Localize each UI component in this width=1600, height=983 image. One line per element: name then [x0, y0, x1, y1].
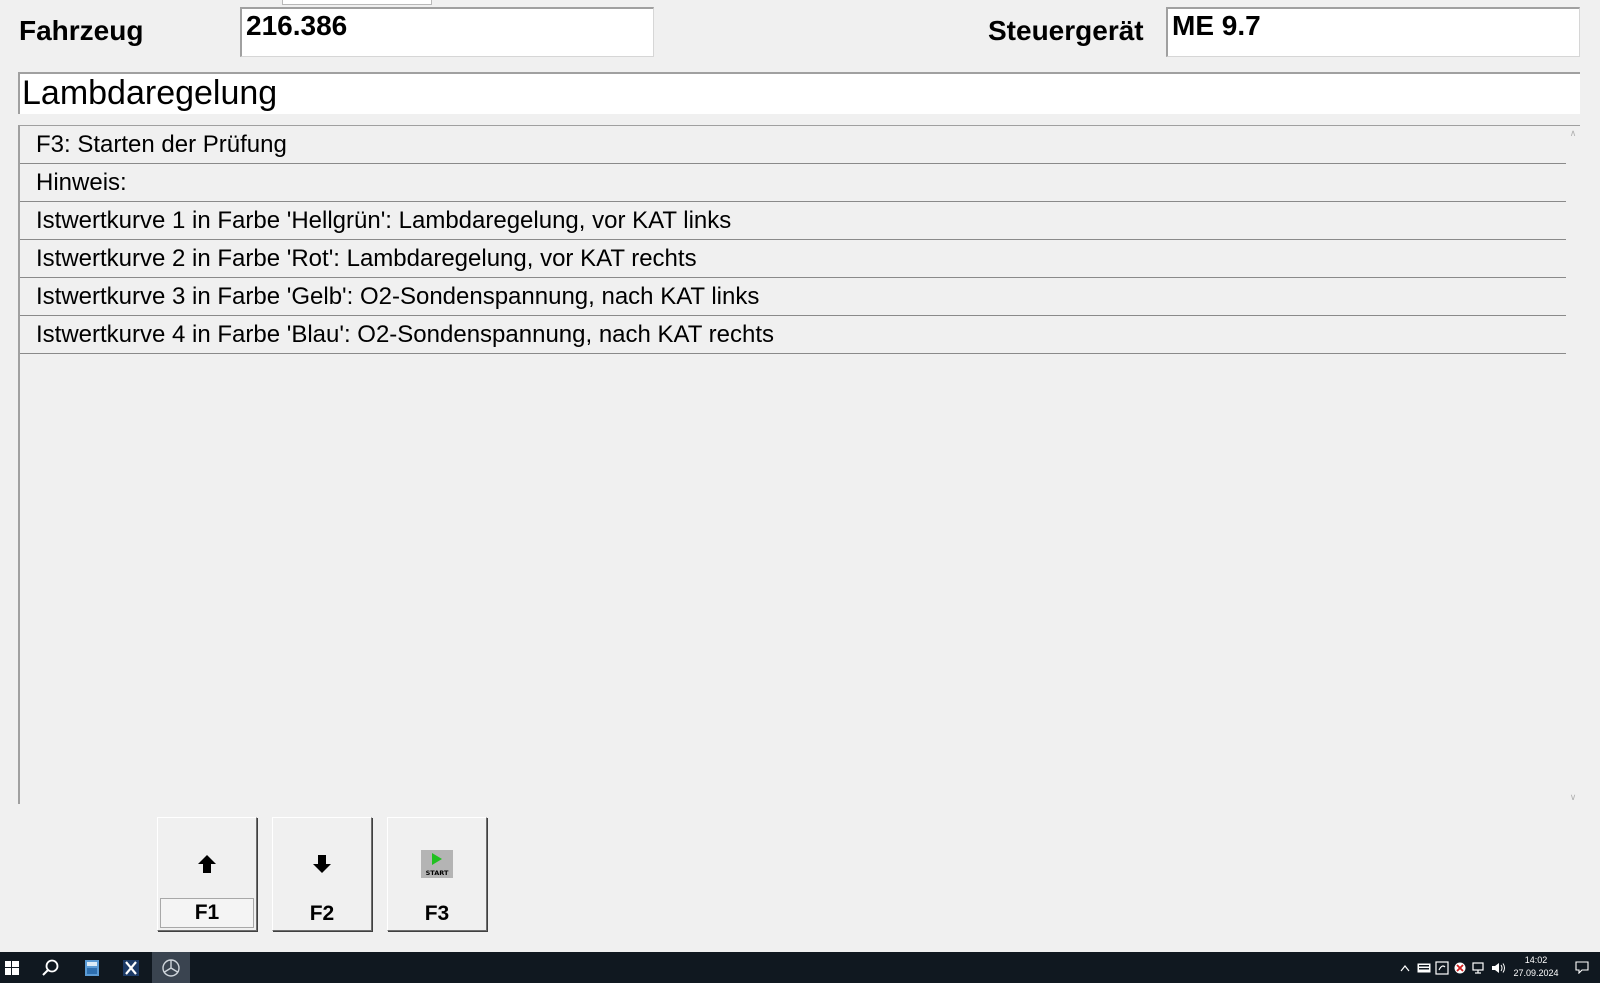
search-icon[interactable]: [36, 952, 66, 983]
volume-icon[interactable]: [1490, 952, 1508, 983]
sync-icon[interactable]: [1434, 952, 1450, 983]
list-item[interactable]: Istwertkurve 1 in Farbe 'Hellgrün': Lamb…: [20, 202, 1568, 240]
f1-label: F1: [160, 898, 254, 928]
list-item[interactable]: Istwertkurve 4 in Farbe 'Blau': O2-Sonde…: [20, 316, 1568, 354]
clock-date: 27.09.2024: [1513, 968, 1559, 978]
network-icon[interactable]: [1471, 952, 1487, 983]
taskbar: 14:02 27.09.2024: [0, 952, 1600, 983]
keyboard-icon[interactable]: [1416, 952, 1432, 983]
list-item[interactable]: F3: Starten der Prüfung: [20, 126, 1568, 164]
ecu-label: Steuergerät: [988, 15, 1144, 46]
f2-label: F2: [309, 902, 335, 925]
scroll-up-icon[interactable]: ∧: [1568, 128, 1578, 138]
instructions-list[interactable]: F3: Starten der Prüfung Hinweis: Istwert…: [18, 125, 1580, 804]
f3-start-button[interactable]: START F3: [387, 817, 487, 931]
scroll-down-icon[interactable]: ∨: [1568, 792, 1578, 802]
f2-button[interactable]: F2: [272, 817, 372, 931]
start-icon: START: [388, 848, 486, 880]
test-title: Lambdaregelung: [18, 72, 1580, 114]
vehicle-field: 216.386: [240, 7, 654, 57]
tray-chevron-up-icon[interactable]: [1398, 952, 1412, 983]
file-explorer-icon[interactable]: [76, 952, 108, 983]
arrow-down-icon: [273, 848, 371, 880]
list-item[interactable]: Hinweis:: [20, 164, 1568, 202]
security-alert-icon[interactable]: [1452, 952, 1468, 983]
start-icon-text: START: [426, 869, 449, 877]
list-item[interactable]: Istwertkurve 2 in Farbe 'Rot': Lambdareg…: [20, 240, 1568, 278]
list-item[interactable]: Istwertkurve 3 in Farbe 'Gelb': O2-Sonde…: [20, 278, 1568, 316]
vehicle-label: Fahrzeug: [19, 15, 144, 46]
tab-stub: [282, 0, 432, 5]
xentry-icon[interactable]: [115, 952, 147, 983]
vertical-scrollbar[interactable]: ∧ ∨: [1566, 126, 1580, 804]
f3-label: F3: [424, 902, 450, 925]
ecu-field: ME 9.7: [1166, 7, 1580, 57]
taskbar-clock[interactable]: 14:02 27.09.2024: [1510, 954, 1562, 980]
windows-start-icon[interactable]: [0, 952, 24, 983]
f1-button[interactable]: F1: [157, 817, 257, 931]
notifications-icon[interactable]: [1572, 952, 1592, 983]
clock-time: 14:02: [1524, 955, 1548, 965]
mercedes-star-icon[interactable]: [152, 952, 190, 983]
arrow-up-icon: [158, 848, 256, 880]
